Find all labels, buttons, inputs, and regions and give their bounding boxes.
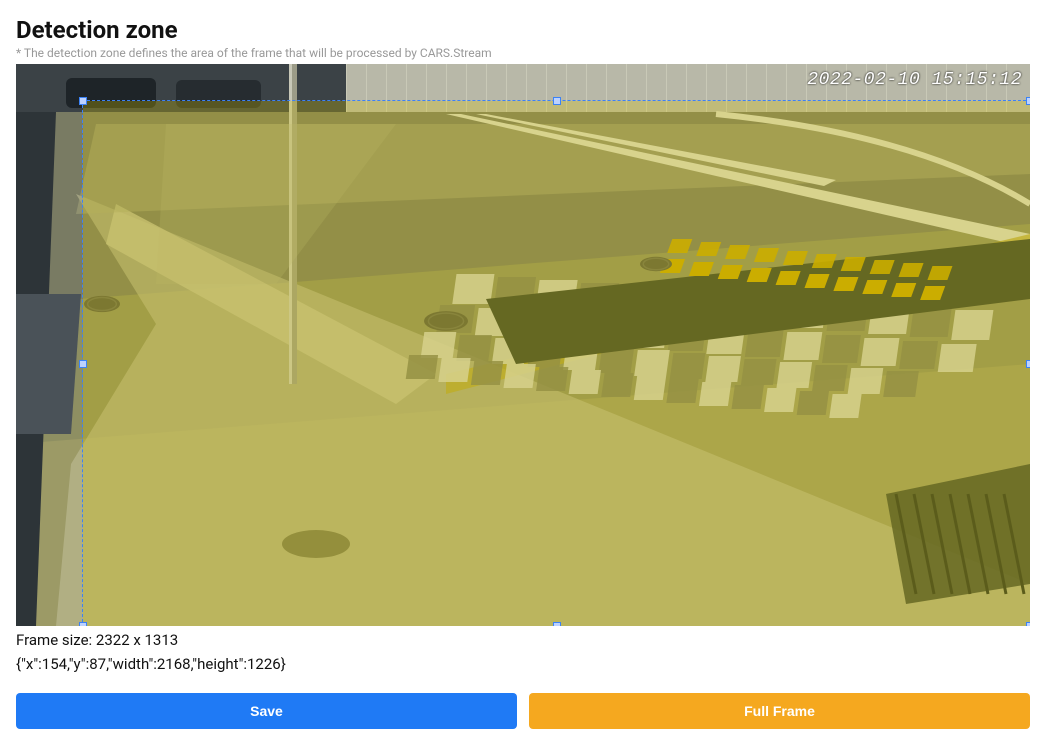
detection-zone-selection[interactable] [83,101,1030,626]
resize-handle-top-left[interactable] [79,97,87,105]
camera-timestamp: 2022-02-10 15:15:12 [807,70,1022,90]
frame-size-label: Frame size: 2322 x 1313 [16,630,1030,650]
resize-handle-bottom-left[interactable] [79,622,87,626]
resize-handle-top-middle[interactable] [553,97,561,105]
resize-handle-bottom-right[interactable] [1026,622,1030,626]
resize-handle-top-right[interactable] [1026,97,1030,105]
save-button[interactable]: Save [16,693,517,729]
selection-json-label: {"x":154,"y":87,"width":2168,"height":12… [16,654,1030,674]
page-subtitle: * The detection zone defines the area of… [16,46,1030,60]
full-frame-button[interactable]: Full Frame [529,693,1030,729]
resize-handle-middle-right[interactable] [1026,360,1030,368]
detection-zone-frame[interactable]: 2022-02-10 15:15:12 [16,64,1030,626]
page-title: Detection zone [16,16,1030,44]
resize-handle-bottom-middle[interactable] [553,622,561,626]
button-row: Save Full Frame [16,693,1030,729]
resize-handle-middle-left[interactable] [79,360,87,368]
